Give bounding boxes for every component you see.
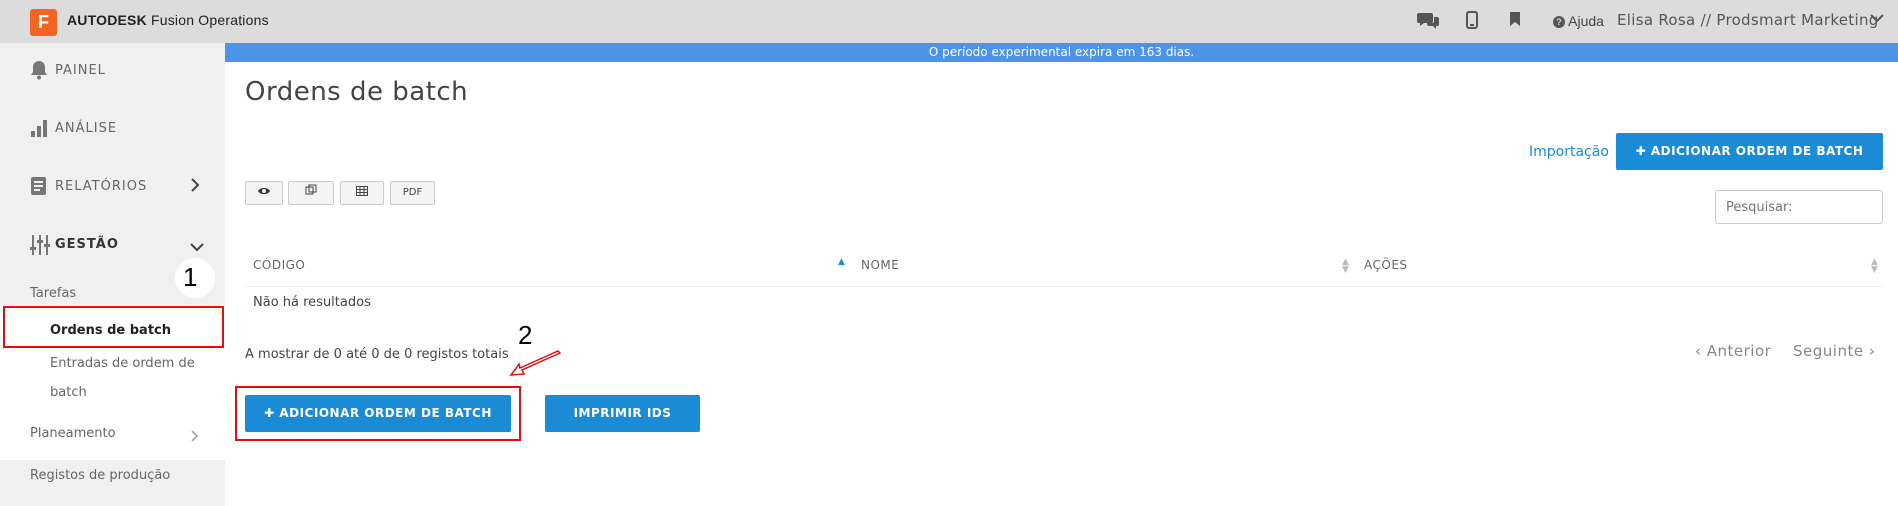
sidebar-item-label: ANÁLISE — [55, 121, 118, 136]
chevron-right-icon — [190, 427, 199, 446]
help-link[interactable]: ? Ajuda — [1553, 13, 1604, 29]
sort-icon[interactable]: ▲ ▼ — [1342, 258, 1349, 275]
sidebar-item-analise[interactable]: ANÁLISE — [0, 101, 225, 159]
pagination-previous[interactable]: ‹ Anterior — [1695, 342, 1771, 360]
sidebar-item-label: GESTÃO — [55, 237, 119, 252]
chevron-down-icon — [190, 237, 204, 256]
chevron-right-icon — [190, 177, 200, 196]
bar-chart-icon — [30, 118, 50, 140]
sidebar-group-tarefas: Tarefas — [30, 286, 77, 301]
print-ids-button[interactable]: IMPRIMIR IDS — [545, 395, 700, 432]
sidebar-item-painel[interactable]: PAINEL — [0, 43, 225, 101]
bookmark-icon[interactable] — [1504, 11, 1526, 31]
help-label: Ajuda — [1568, 13, 1604, 29]
step-arrow-icon — [509, 350, 562, 376]
highlight-box-add-button — [235, 386, 521, 441]
sidebar-item-entradas[interactable]: Entradas de ordem de batch — [50, 356, 220, 400]
sidebar-item-label: PAINEL — [55, 63, 106, 78]
copy-button[interactable] — [288, 181, 334, 205]
copy-icon — [305, 184, 317, 198]
sidebar-item-label: Planeamento — [30, 426, 116, 441]
sidebar-item-label: RELATÓRIOS — [55, 179, 148, 194]
table-divider — [245, 286, 1883, 287]
chevron-down-icon[interactable] — [1870, 11, 1884, 27]
top-bar: F AUTODESK Fusion Operations ? Ajuda Eli… — [0, 0, 1898, 43]
bell-icon — [30, 60, 50, 82]
brand-product: Fusion Operations — [146, 12, 269, 28]
pdf-button[interactable]: PDF — [390, 181, 435, 205]
search-input[interactable] — [1715, 190, 1883, 224]
import-link[interactable]: Importação — [1529, 144, 1609, 160]
column-header-codigo[interactable]: CÓDIGO — [253, 258, 305, 272]
step-number-1: 1 — [183, 262, 198, 292]
chat-icon[interactable] — [1417, 11, 1439, 31]
user-menu[interactable]: Elisa Rosa // Prodsmart Marketing — [1617, 11, 1879, 29]
sidebar-item-planeamento[interactable]: Planeamento — [30, 426, 200, 441]
trial-banner: O período experimental expira em 163 dia… — [225, 43, 1898, 62]
table-icon — [356, 186, 368, 198]
mobile-icon[interactable] — [1461, 11, 1483, 31]
eye-icon — [257, 187, 271, 198]
empty-table-message: Não há resultados — [253, 295, 371, 310]
report-icon — [30, 176, 50, 198]
add-batch-order-button-top[interactable]: ✚ ADICIONAR ORDEM DE BATCH — [1616, 133, 1883, 170]
sidebar-item-label: batch — [50, 385, 87, 400]
help-icon: ? — [1553, 16, 1565, 28]
column-header-acoes[interactable]: AÇÕES — [1364, 258, 1408, 272]
sort-icon[interactable]: ▲ ▼ — [1871, 258, 1878, 275]
csv-button[interactable] — [340, 181, 384, 205]
step-number-2: 2 — [518, 320, 533, 350]
app-logo[interactable]: F — [30, 9, 57, 36]
highlight-box-ordens-batch — [3, 306, 224, 348]
brand-bold: AUTODESK — [67, 12, 147, 28]
toggle-columns-button[interactable] — [245, 181, 283, 205]
table-info: A mostrar de 0 até 0 de 0 registos totai… — [245, 347, 509, 362]
sidebar-item-label: Entradas de ordem de — [50, 356, 195, 371]
pagination-next[interactable]: Seguinte › — [1793, 342, 1875, 360]
brand-name: AUTODESK Fusion Operations — [67, 12, 269, 28]
sliders-icon — [30, 234, 50, 256]
sort-asc-icon[interactable]: ▲ — [838, 258, 845, 267]
sidebar-item-relatorios[interactable]: RELATÓRIOS — [0, 159, 225, 217]
page-title: Ordens de batch — [245, 77, 469, 107]
column-header-nome[interactable]: NOME — [861, 258, 899, 272]
sidebar-item-registos[interactable]: Registos de produção — [30, 468, 210, 483]
